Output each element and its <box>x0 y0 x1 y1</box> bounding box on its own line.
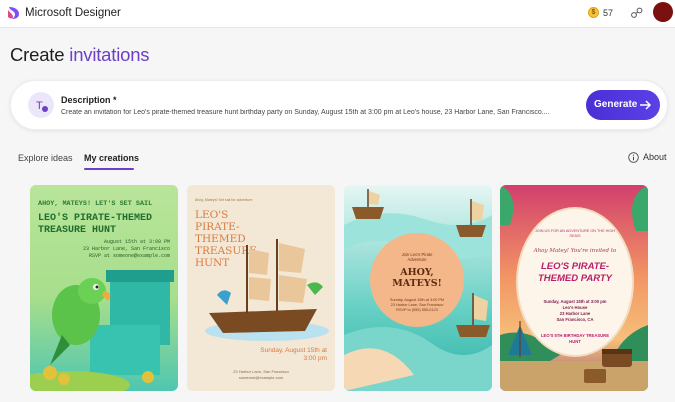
svg-text:T: T <box>36 100 43 112</box>
card-2-ship-illustration <box>205 239 329 341</box>
app-title[interactable]: Microsoft Designer <box>25 7 121 19</box>
card-4-footer-line: HUNT <box>569 339 581 344</box>
page-title-prefix: Create <box>10 44 70 65</box>
card-3-small-line: Adventure <box>407 257 427 262</box>
card-1-title: LEO'S PIRATE-THEMED TREASURE HUNT <box>38 213 153 236</box>
coin-count: 57 <box>603 8 614 18</box>
page-title-accent: invitations <box>69 44 150 65</box>
card-2-date-line: 3:00 pm <box>303 355 328 362</box>
card-2-address-line: someone@example.com <box>238 375 284 380</box>
card-4-footer: LEO'S 5TH BIRTHDAY TREASURE HUNT <box>520 333 630 345</box>
card-3-small-text: Join Leo's Pirate Adventure <box>370 252 464 262</box>
card-2-date: Sunday, August 15th at 3:00 pm <box>197 347 327 363</box>
page-title: Create invitations <box>10 44 150 66</box>
card-4-script-text: Ahoy Matey! You're invited to <box>533 248 617 254</box>
card-1-info-line: August 15th at 3:00 PM <box>103 239 170 245</box>
card-4-small-line: SEAS! <box>569 234 581 238</box>
avatar[interactable] <box>653 2 673 22</box>
description-input[interactable]: Create an invitation for Leo's pirate-th… <box>61 109 573 116</box>
card-4-title: LEO'S PIRATE- THEMED PARTY <box>520 261 630 285</box>
card-3-title-line: AHOY, <box>400 267 434 278</box>
design-card-4[interactable]: JOIN US FOR AN ADVENTURE ON THE HIGH SEA… <box>500 185 648 391</box>
card-3-title: AHOY, MATEYS! <box>370 267 464 289</box>
card-2-date-line: Sunday, August 15th at <box>260 347 327 354</box>
card-2-small-text: Ahoy, Mateys! Set sail for adventure <box>195 198 253 202</box>
info-icon[interactable] <box>628 152 639 163</box>
card-2-address: 23 Harbor Lane, San Francisco someone@ex… <box>187 369 335 381</box>
coin-icon[interactable]: $ <box>588 7 599 18</box>
design-card-1[interactable]: AHOY, MATEYS! LET'S SET SAIL LEO'S PIRAT… <box>30 185 178 391</box>
card-4-title-line: LEO'S PIRATE- <box>540 261 610 272</box>
card-1-parrot-illustration <box>30 270 174 391</box>
card-4-info: Sunday, August 15th at 3:00 pm Leo's Hou… <box>520 299 630 323</box>
card-4-small-text: JOIN US FOR AN ADVENTURE ON THE HIGH SEA… <box>520 229 630 239</box>
design-card-2[interactable]: Ahoy, Mateys! Set sail for adventure LEO… <box>187 185 335 391</box>
about-link[interactable]: About <box>643 152 667 162</box>
generate-button[interactable]: Generate <box>586 90 660 120</box>
tab-my-creations[interactable]: My creations <box>84 153 139 163</box>
arrow-right-icon <box>640 100 652 110</box>
top-bar: Microsoft Designer $ 57 <box>0 0 675 28</box>
description-card[interactable]: T Description * Create an invitation for… <box>10 80 668 130</box>
design-card-3[interactable]: Join Leo's Pirate Adventure AHOY, MATEYS… <box>344 185 492 391</box>
card-1-info-line: 23 Harbor Lane, San Francisco <box>82 246 170 252</box>
designer-logo-icon[interactable] <box>7 6 20 20</box>
card-1-header: AHOY, MATEYS! LET'S SET SAIL <box>38 200 153 208</box>
card-1-info: August 15th at 3:00 PM 23 Harbor Lane, S… <box>60 239 170 260</box>
description-label: Description * <box>61 95 117 105</box>
generate-label: Generate <box>594 99 638 110</box>
card-3-info: Sunday, August 15th at 3:00 PM 23 Harbor… <box>370 298 464 313</box>
active-tab-indicator <box>84 168 134 170</box>
card-3-title-line: MATEYS! <box>392 278 442 289</box>
card-4-info-line: San Francisco, CA <box>556 317 594 322</box>
card-1-info-line: RSVP at someone@example.com <box>88 253 170 259</box>
card-4-title-line: THEMED PARTY <box>537 273 613 284</box>
tab-explore-ideas[interactable]: Explore ideas <box>18 153 73 163</box>
text-edit-icon: T <box>28 92 54 118</box>
card-3-info-line: RSVP to (555) 555-0123 <box>396 308 438 312</box>
share-icon[interactable] <box>630 6 644 20</box>
